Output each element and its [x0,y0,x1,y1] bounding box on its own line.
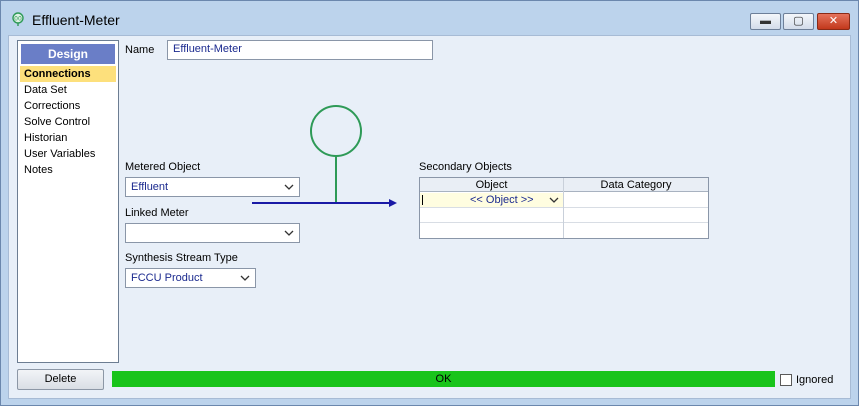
meter-symbol [310,105,362,157]
nav-item-notes[interactable]: Notes [20,162,116,178]
metered-object-dropdown[interactable]: Effluent [125,177,300,197]
chevron-down-icon[interactable] [549,193,559,207]
column-header-data-category[interactable]: Data Category [564,178,708,192]
table-row[interactable] [420,208,708,223]
object-cell-value: << Object >> [470,194,534,206]
name-input[interactable]: Effluent-Meter [167,40,433,60]
linked-meter-label: Linked Meter [125,207,189,219]
maximize-icon: ▢ [793,15,804,27]
title-bar[interactable]: 00 Effluent-Meter ▬ ▢ ✕ [1,1,858,35]
nav-header-design[interactable]: Design [21,44,115,64]
nav-item-connections[interactable]: Connections [20,66,116,82]
synthesis-stream-type-label: Synthesis Stream Type [125,252,238,264]
svg-text:00: 00 [14,16,22,23]
secondary-objects-grid: Object Data Category << Object >> [419,177,709,239]
metered-object-value: Effluent [131,181,169,193]
minimize-icon: ▬ [760,15,771,27]
nav-item-historian[interactable]: Historian [20,130,116,146]
nav-item-user-variables[interactable]: User Variables [20,146,116,162]
status-bar: OK [112,371,775,387]
ignored-checkbox[interactable] [780,374,792,386]
name-label: Name [125,44,155,56]
ignored-label[interactable]: Ignored [796,374,833,386]
metered-object-label: Metered Object [125,161,201,173]
stream-arrow-icon [389,199,397,207]
design-nav-panel: Design Connections Data Set Corrections … [17,40,119,363]
minimize-button[interactable]: ▬ [750,13,781,30]
nav-item-solve-control[interactable]: Solve Control [20,114,116,130]
chevron-down-icon [240,275,250,281]
close-icon: ✕ [828,15,839,27]
chevron-down-icon [284,230,294,236]
delete-button[interactable]: Delete [17,369,104,390]
table-row[interactable]: << Object >> [420,193,708,208]
text-caret [422,195,423,205]
column-divider [563,178,564,238]
secondary-objects-label: Secondary Objects [419,161,512,173]
meter-app-icon: 00 [12,12,24,26]
nav-item-data-set[interactable]: Data Set [20,82,116,98]
table-row[interactable] [420,223,708,238]
chevron-down-icon [284,184,294,190]
client-area: Design Connections Data Set Corrections … [8,35,851,399]
window-title: Effluent-Meter [32,12,120,28]
main-window: 00 Effluent-Meter ▬ ▢ ✕ Design Connectio… [0,0,859,406]
nav-item-corrections[interactable]: Corrections [20,98,116,114]
linked-meter-dropdown[interactable] [125,223,300,243]
column-header-object[interactable]: Object [420,178,563,192]
maximize-button[interactable]: ▢ [783,13,814,30]
object-cell-editor[interactable]: << Object >> [420,193,563,207]
close-button[interactable]: ✕ [817,13,850,30]
synthesis-stream-type-value: FCCU Product [131,272,203,284]
synthesis-stream-type-dropdown[interactable]: FCCU Product [125,268,256,288]
